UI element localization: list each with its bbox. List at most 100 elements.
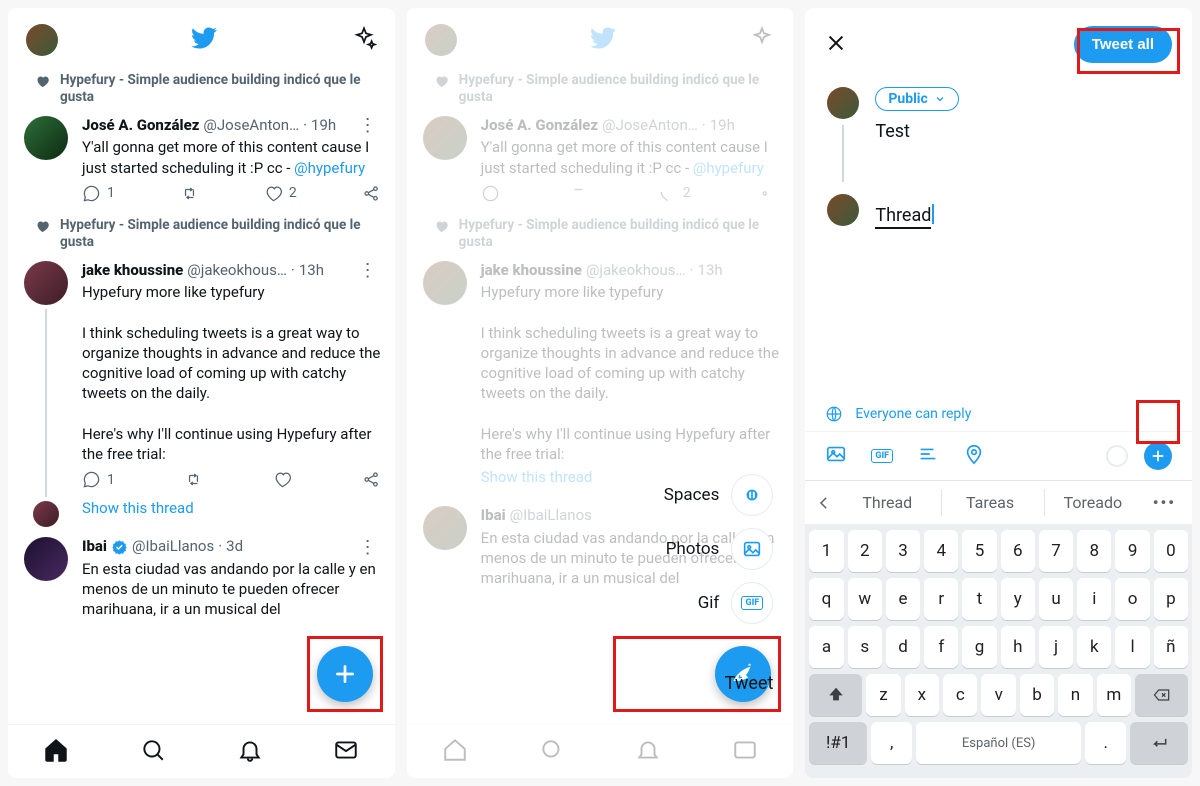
poll-icon[interactable] (917, 443, 939, 469)
key-u[interactable]: u (1039, 578, 1073, 620)
speed-dial-tweet[interactable]: Tweet (725, 673, 774, 694)
key-s[interactable]: s (848, 626, 882, 668)
nav-messages-icon[interactable] (333, 737, 359, 767)
like-button[interactable]: 2 (264, 184, 297, 203)
image-icon[interactable] (825, 443, 847, 469)
key-3[interactable]: 3 (886, 530, 920, 572)
reply-scope[interactable]: Everyone can reply (805, 391, 1192, 432)
reply-button[interactable]: 1 (82, 470, 115, 489)
screen-speed-dial: Hypefury - Simple audience building indi… (407, 8, 794, 778)
nav-home-icon[interactable] (43, 737, 69, 767)
twitter-logo-icon (589, 24, 617, 56)
key-5[interactable]: 5 (962, 530, 996, 572)
suggestion[interactable]: Toreado (1044, 489, 1141, 516)
key-v[interactable]: v (981, 674, 1015, 716)
key-e[interactable]: e (886, 578, 920, 620)
key-l[interactable]: l (1115, 626, 1149, 668)
author-avatar[interactable] (24, 116, 68, 160)
more-icon[interactable]: ••• (1147, 493, 1182, 512)
suggestion[interactable]: Tareas (941, 489, 1038, 516)
key-i[interactable]: i (1077, 578, 1111, 620)
tweet[interactable]: jake khoussine @jakeokhous… · 13h ⋮ Hype… (8, 253, 395, 530)
nav-notifications-icon[interactable] (237, 737, 263, 767)
key-y[interactable]: y (1001, 578, 1035, 620)
tweet-more-icon[interactable]: ⋮ (355, 266, 381, 275)
nav-search-icon[interactable] (140, 737, 166, 767)
comma-key[interactable]: , (871, 722, 912, 764)
compose-text-2[interactable]: Thread (875, 204, 1172, 226)
audience-selector[interactable]: Public (875, 87, 958, 111)
space-key[interactable]: Español (ES) (916, 722, 1081, 764)
key-d[interactable]: d (886, 626, 920, 668)
key-c[interactable]: c (943, 674, 977, 716)
reply-button[interactable]: 1 (82, 184, 115, 203)
tweet[interactable]: José A. González @JoseAnton… · 19h ⋮ Y'a… (8, 108, 395, 211)
retweet-button[interactable] (184, 470, 203, 489)
key-ñ[interactable]: ñ (1154, 626, 1188, 668)
close-icon[interactable] (825, 32, 847, 58)
tweet-more-icon[interactable]: ⋮ (355, 543, 381, 552)
share-button[interactable] (362, 470, 381, 489)
gif-icon[interactable]: GIF (871, 443, 893, 469)
key-p[interactable]: p (1154, 578, 1188, 620)
like-button[interactable] (273, 470, 292, 489)
tweet-all-button[interactable]: Tweet all (1074, 26, 1172, 63)
key-6[interactable]: 6 (1001, 530, 1035, 572)
share-button[interactable] (362, 184, 381, 203)
author-name[interactable]: José A. González (82, 116, 199, 136)
author-name[interactable]: jake khoussine (82, 261, 183, 281)
key-q[interactable]: q (809, 578, 843, 620)
key-t[interactable]: t (962, 578, 996, 620)
speed-dial-gif[interactable]: Gif GIF (698, 582, 774, 624)
period-key[interactable]: . (1085, 722, 1126, 764)
key-4[interactable]: 4 (924, 530, 958, 572)
globe-icon (825, 405, 843, 423)
key-j[interactable]: j (1039, 626, 1073, 668)
author-name[interactable]: Ibai (82, 537, 107, 557)
show-thread-link[interactable]: Show this thread (82, 495, 381, 527)
key-z[interactable]: z (866, 674, 900, 716)
author-avatar[interactable] (24, 261, 68, 305)
author-avatar[interactable] (33, 501, 59, 527)
sparkle-icon[interactable] (351, 25, 377, 55)
key-x[interactable]: x (905, 674, 939, 716)
speed-dial-spaces[interactable]: Spaces (664, 474, 774, 516)
key-k[interactable]: k (1077, 626, 1111, 668)
tweet-more-icon[interactable]: ⋮ (355, 121, 381, 130)
key-b[interactable]: b (1020, 674, 1054, 716)
key-f[interactable]: f (924, 626, 958, 668)
location-icon[interactable] (963, 443, 985, 469)
key-8[interactable]: 8 (1077, 530, 1111, 572)
add-thread-button[interactable] (1144, 442, 1172, 470)
key-r[interactable]: r (924, 578, 958, 620)
key-1[interactable]: 1 (809, 530, 843, 572)
key-0[interactable]: 0 (1154, 530, 1188, 572)
author-avatar[interactable] (24, 537, 68, 581)
tweet[interactable]: Ibai @IbaiLlanos · 3d ⋮ En esta ciudad v… (8, 529, 395, 621)
compose-fab[interactable] (317, 646, 373, 702)
key-9[interactable]: 9 (1115, 530, 1149, 572)
compose-text-1[interactable]: Test (875, 121, 1172, 142)
key-g[interactable]: g (962, 626, 996, 668)
profile-avatar[interactable] (26, 24, 58, 56)
symbols-key[interactable]: !#1 (809, 722, 867, 764)
enter-key[interactable] (1130, 722, 1188, 764)
key-m[interactable]: m (1097, 674, 1131, 716)
chevron-left-icon[interactable] (815, 494, 833, 512)
social-context: Hypefury - Simple audience building indi… (8, 211, 395, 253)
author-handle[interactable]: @jakeokhous… (187, 261, 287, 281)
shift-key[interactable] (809, 674, 862, 716)
author-handle[interactable]: @JoseAnton… (203, 116, 299, 136)
suggestion[interactable]: Thread (839, 489, 935, 516)
speed-dial-photos[interactable]: Photos (666, 528, 774, 570)
key-o[interactable]: o (1115, 578, 1149, 620)
key-w[interactable]: w (848, 578, 882, 620)
key-7[interactable]: 7 (1039, 530, 1073, 572)
author-handle[interactable]: @IbaiLlanos (132, 537, 214, 557)
key-h[interactable]: h (1001, 626, 1035, 668)
key-n[interactable]: n (1058, 674, 1092, 716)
key-a[interactable]: a (809, 626, 843, 668)
key-2[interactable]: 2 (848, 530, 882, 572)
backspace-key[interactable] (1135, 674, 1188, 716)
retweet-button[interactable] (180, 184, 199, 203)
